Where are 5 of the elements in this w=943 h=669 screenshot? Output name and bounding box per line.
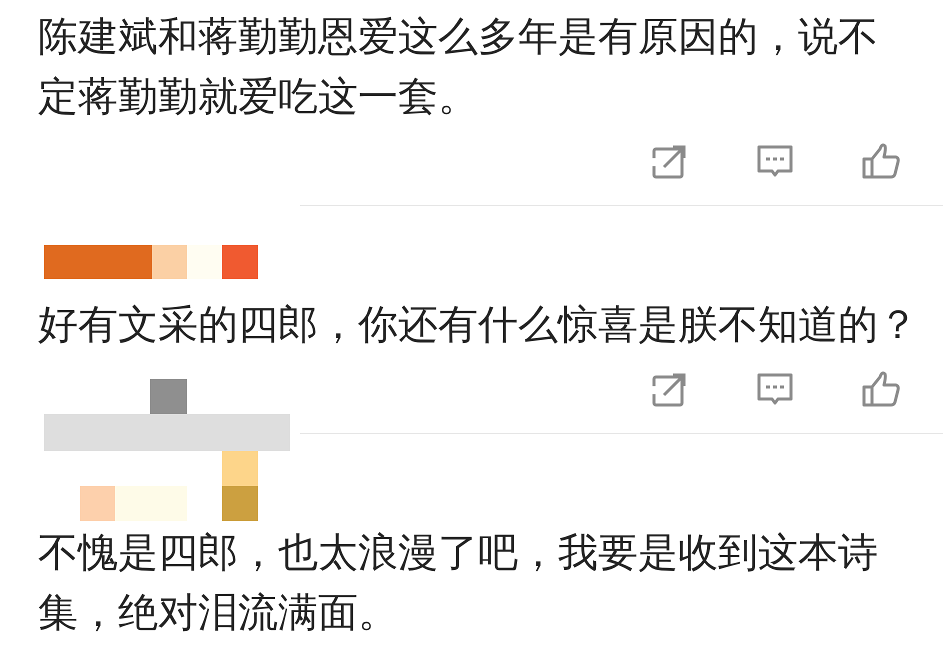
comment-text: 不愧是四郎，也太浪漫了吧，我要是收到这本诗 集，绝对泪流满面。 bbox=[37, 529, 879, 638]
comment-text: 好有文采的四郎，你还有什么惊喜是朕不知道的？ bbox=[37, 301, 919, 350]
thumbs-up-icon[interactable] bbox=[860, 369, 900, 409]
thumbs-up-icon[interactable] bbox=[860, 141, 900, 181]
comment-text: 陈建斌和蒋勤勤恩爱这么多年是有原因的，说不 定蒋勤勤就爱吃这一套。 bbox=[37, 13, 879, 122]
